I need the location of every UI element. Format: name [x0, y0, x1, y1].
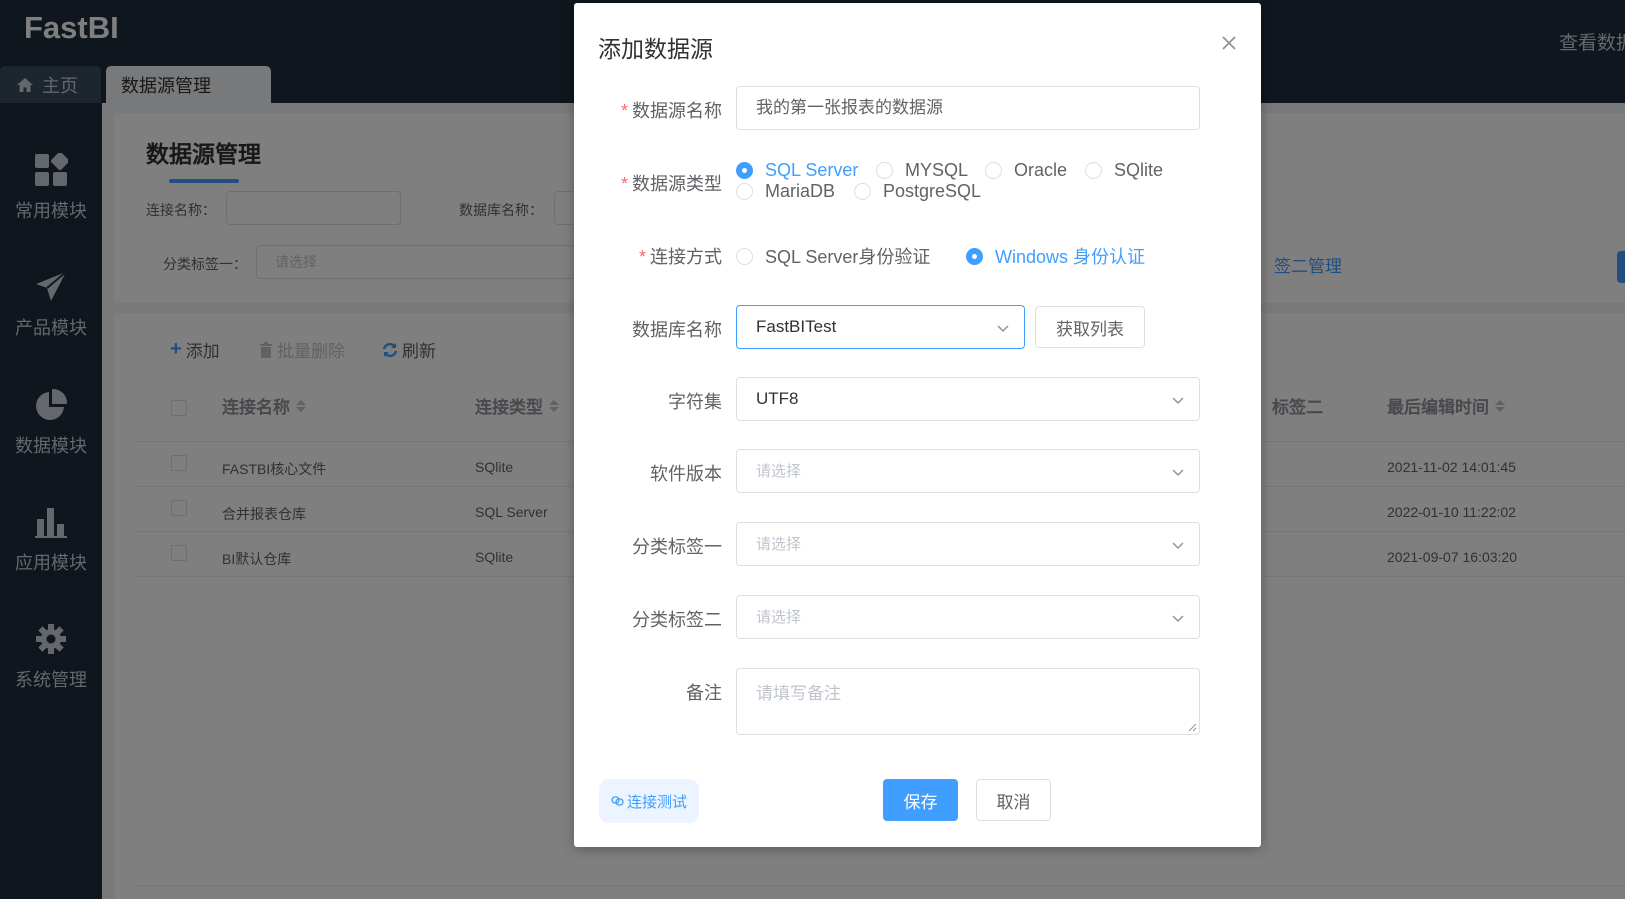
name-label: * 数据源名称: [620, 101, 722, 121]
chevron-down-icon: [1172, 469, 1184, 477]
version-label: 软件版本: [650, 464, 722, 484]
category2-select[interactable]: 请选择: [736, 595, 1200, 639]
radio-sqlite[interactable]: SQlite: [1085, 160, 1163, 181]
name-label-text: 数据源名称: [632, 101, 722, 121]
link-icon: [611, 796, 624, 806]
connection-test-button[interactable]: 连接测试: [599, 779, 699, 823]
radio-label: Windows 身份认证: [995, 247, 1146, 267]
type-label: * 数据源类型: [620, 174, 722, 194]
charset-label: 字符集: [668, 392, 722, 412]
database-label: 数据库名称: [632, 320, 722, 340]
radio-dot: [736, 247, 753, 265]
chevron-down-icon: [997, 325, 1009, 333]
chevron-down-icon: [1172, 615, 1184, 623]
chevron-down-icon: [1172, 397, 1184, 405]
radio-dot: [966, 247, 983, 265]
auth-label: * 连接方式: [638, 247, 722, 267]
radio-mariadb[interactable]: MariaDB: [736, 181, 835, 202]
close-icon[interactable]: [1217, 31, 1241, 55]
add-datasource-dialog: 添加数据源 * 数据源名称 我的第一张报表的数据源 * 数据源类型 SQL Serv…: [574, 3, 1261, 847]
charset-select[interactable]: UTF8: [736, 377, 1200, 421]
datasource-name-input[interactable]: 我的第一张报表的数据源: [736, 86, 1200, 130]
category1-select[interactable]: 请选择: [736, 522, 1200, 566]
auth-label-text: 连接方式: [650, 247, 722, 267]
radio-label: MariaDB: [765, 181, 836, 201]
version-placeholder: 请选择: [756, 463, 802, 480]
category1-label: 分类标签一: [632, 537, 722, 557]
connection-test-label: 连接测试: [626, 793, 687, 811]
radio-label: SQL Server身份验证: [765, 247, 931, 267]
radio-dot: [1085, 162, 1102, 179]
dialog-title: 添加数据源: [598, 36, 713, 62]
database-select-value: FastBITest: [756, 317, 837, 336]
radio-sql-server[interactable]: SQL Server: [736, 160, 858, 181]
category2-placeholder: 请选择: [756, 609, 802, 626]
radio-label: SQL Server: [765, 160, 859, 180]
radio-postgresql[interactable]: PostgreSQL: [854, 181, 981, 202]
chevron-down-icon: [1172, 542, 1184, 550]
radio-label: PostgreSQL: [883, 181, 982, 201]
radio-dot: [854, 183, 871, 200]
database-select[interactable]: FastBITest: [736, 305, 1025, 349]
resize-handle-icon[interactable]: [1187, 722, 1197, 732]
fetch-list-button[interactable]: 获取列表: [1035, 306, 1145, 348]
save-button[interactable]: 保存: [883, 779, 958, 821]
type-label-text: 数据源类型: [632, 174, 722, 194]
radio-dot: [736, 162, 753, 179]
radio-dot: [985, 162, 1002, 179]
radio-oracle[interactable]: Oracle: [985, 160, 1067, 181]
version-select[interactable]: 请选择: [736, 449, 1200, 493]
radio-sql-auth[interactable]: SQL Server身份验证: [736, 243, 930, 269]
category1-placeholder: 请选择: [756, 536, 802, 553]
radio-label: Oracle: [1014, 160, 1068, 180]
remark-placeholder: 请填写备注: [756, 684, 841, 703]
charset-select-value: UTF8: [756, 389, 799, 408]
cancel-button[interactable]: 取消: [976, 779, 1051, 821]
radio-mysql[interactable]: MYSQL: [876, 160, 968, 181]
remark-textarea[interactable]: 请填写备注: [736, 668, 1200, 735]
category2-label: 分类标签二: [632, 610, 722, 630]
radio-dot: [736, 183, 753, 200]
radio-label: SQlite: [1114, 160, 1164, 180]
radio-windows-auth[interactable]: Windows 身份认证: [966, 243, 1145, 269]
radio-label: MYSQL: [905, 160, 969, 180]
remark-label: 备注: [686, 683, 722, 703]
radio-dot: [876, 162, 893, 179]
